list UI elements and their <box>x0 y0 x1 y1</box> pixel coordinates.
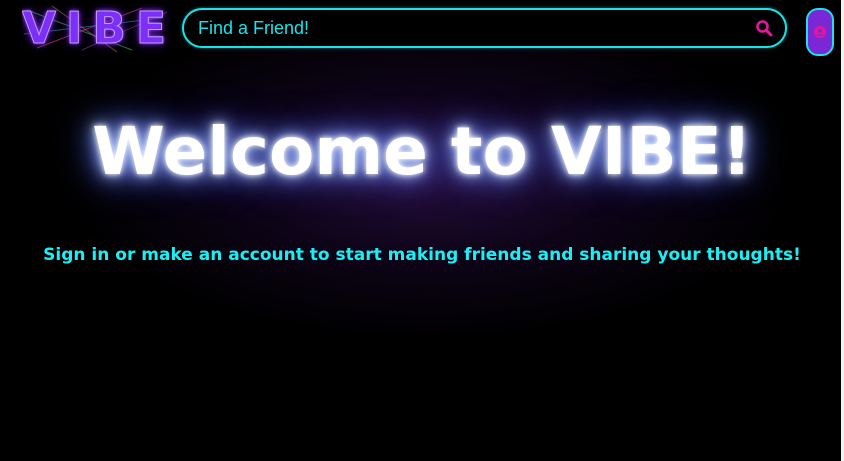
vibe-logo[interactable]: VIBE <box>22 4 172 54</box>
top-navigation-bar: VIBE <box>0 0 841 62</box>
welcome-subtitle: Sign in or make an account to start maki… <box>43 245 801 265</box>
profile-button[interactable] <box>806 8 834 56</box>
logo-text: VIBE <box>22 4 172 54</box>
search-icon[interactable] <box>755 19 773 37</box>
search-bar <box>182 8 787 48</box>
user-icon <box>814 26 826 38</box>
welcome-heading: Welcome to VIBE! <box>92 113 752 190</box>
search-input[interactable] <box>198 10 738 46</box>
